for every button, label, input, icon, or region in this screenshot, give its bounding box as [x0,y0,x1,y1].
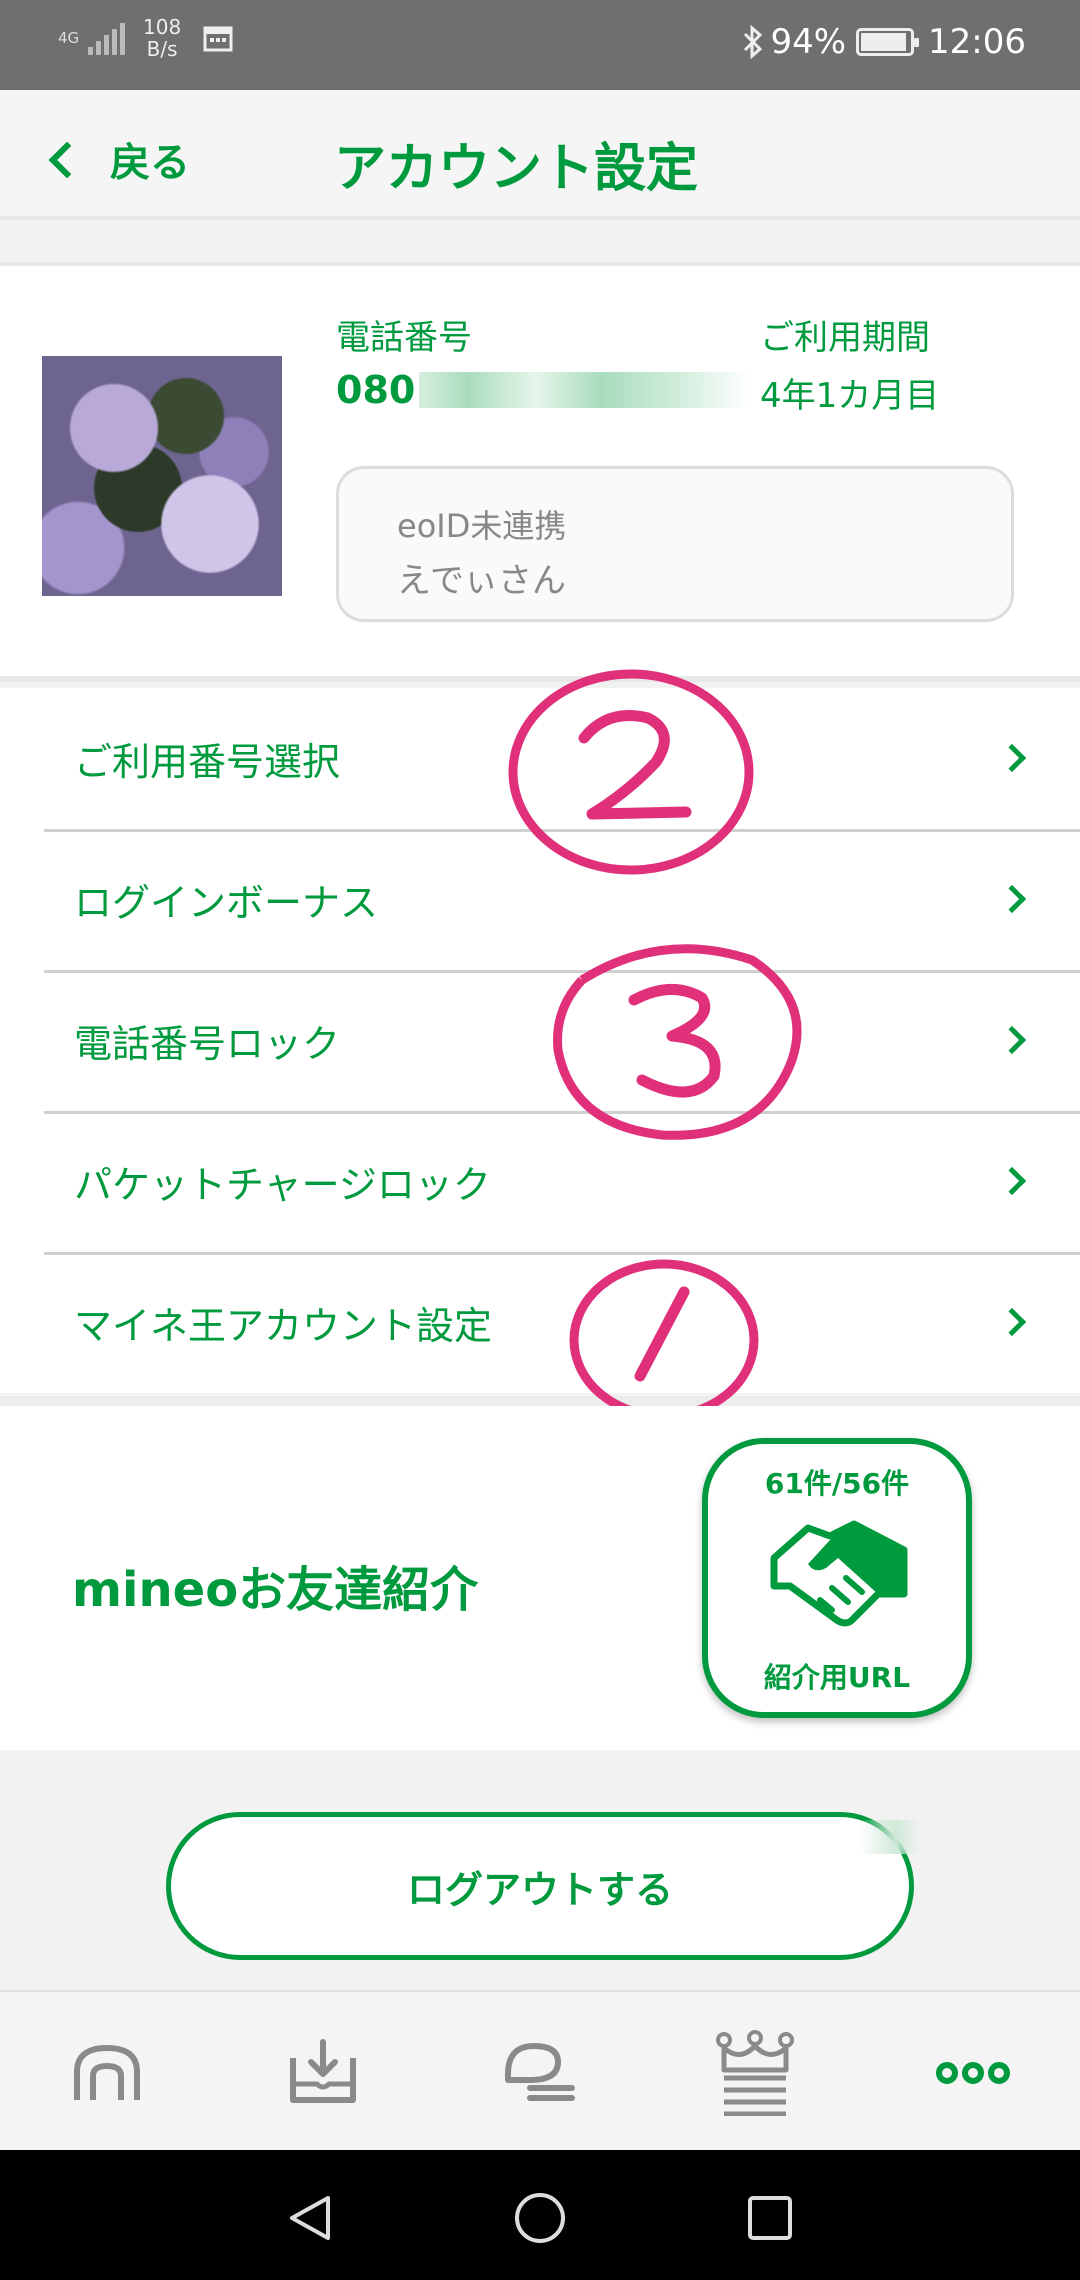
bluetooth-icon [744,25,763,59]
back-button[interactable]: 戻る [48,130,190,188]
chevron-right-icon [997,1166,1027,1196]
chevron-right-icon [997,743,1027,773]
avatar[interactable] [42,356,282,596]
referral-url-button[interactable]: 61件/56件 紹介用URL [702,1438,972,1718]
menu-item-label: ご利用番号選択 [74,740,341,784]
page-title: アカウント設定 [334,139,699,199]
profile-card: 電話番号 080 ご利用期間 4年1カ月目 eoID未連携 えでぃさん [0,262,1080,682]
nav-recents-button[interactable] [730,2178,810,2258]
menu-item-packet-charge-lock[interactable]: パケットチャージロック [0,1111,1080,1252]
menu-item-login-bonus[interactable]: ログインボーナス [0,829,1080,970]
battery-fill [861,33,907,51]
menu-item-label: パケットチャージロック [74,1163,491,1207]
usage-period-value: 4年1カ月目 [760,376,940,416]
battery-icon [856,28,920,56]
data-share-icon [290,2039,356,2103]
redaction-smudge [860,1820,920,1854]
app-header: 戻る アカウント設定 [0,90,1080,220]
eoid-status: eoID未連携 [397,507,567,545]
chevron-left-icon [48,141,86,179]
status-left: 4G 108 B/s [58,16,233,60]
menu-item-label: マイネ王アカウント設定 [74,1304,493,1348]
circle-home-icon [515,2193,565,2243]
menu-item-number-select[interactable]: ご利用番号選択 [0,688,1080,829]
tab-more[interactable] [928,2028,1018,2118]
battery-percent: 94% [770,22,847,62]
nav-home-button[interactable] [500,2178,580,2258]
tab-maineou[interactable] [710,2028,800,2118]
menu-item-phone-lock[interactable]: 電話番号ロック [0,970,1080,1111]
tab-chat[interactable] [494,2028,584,2118]
bottom-tab-bar [0,1990,1080,2150]
redacted-phone [419,372,750,408]
logout-label: ログアウトする [406,1867,673,1912]
nav-back-button[interactable] [270,2178,350,2258]
home-icon [74,2045,140,2100]
back-label: 戻る [110,140,190,186]
clock: 12:06 [928,22,1026,62]
tab-home[interactable] [62,2028,152,2118]
chevron-right-icon [997,1025,1027,1055]
net-speed: 108 B/s [143,16,181,60]
referral-count: 61件/56件 [764,1467,910,1500]
calendar-icon [203,26,233,52]
menu-item-label: 電話番号ロック [74,1022,341,1066]
more-icon [936,2062,1010,2084]
menu-item-maineou-account[interactable]: マイネ王アカウント設定 [0,1252,1080,1393]
net-speed-unit: B/s [146,37,178,61]
triangle-back-icon [290,2196,330,2240]
chevron-right-icon [997,884,1027,914]
eoid-box: eoID未連携 えでぃさん [336,466,1014,622]
net-speed-value: 108 [143,15,182,39]
chevron-right-icon [997,1307,1027,1337]
signal-icon [88,21,125,55]
phone-value-visible: 080 [336,368,416,412]
nickname: えでぃさん [397,561,566,601]
menu-item-label: ログインボーナス [74,881,379,925]
king-icon [716,2030,794,2116]
phone-value: 080 [336,368,750,412]
settings-menu: ご利用番号選択 ログインボーナス 電話番号ロック パケットチャージロック マイネ… [0,688,1080,1393]
square-recents-icon [748,2196,792,2240]
phone-label: 電話番号 [336,318,472,358]
network-type: 4G [58,29,80,47]
chat-icon [505,2043,575,2101]
section-divider [0,1396,1080,1406]
referral-section: mineoお友達紹介 61件/56件 紹介用URL [0,1406,1080,1750]
referral-url-label: 紹介用URL [763,1661,911,1694]
status-bar: 4G 108 B/s 94% 12:06 [0,0,1080,90]
logout-button[interactable]: ログアウトする [166,1812,914,1960]
handshake-icon [770,1520,908,1627]
status-right: 94% 12:06 [742,22,1026,62]
tab-data-share[interactable] [278,2028,368,2118]
referral-title: mineoお友達紹介 [72,1562,479,1618]
logout-section: ログアウトする [0,1750,1080,1990]
usage-period-label: ご利用期間 [760,318,930,358]
system-nav-bar [0,2150,1080,2280]
